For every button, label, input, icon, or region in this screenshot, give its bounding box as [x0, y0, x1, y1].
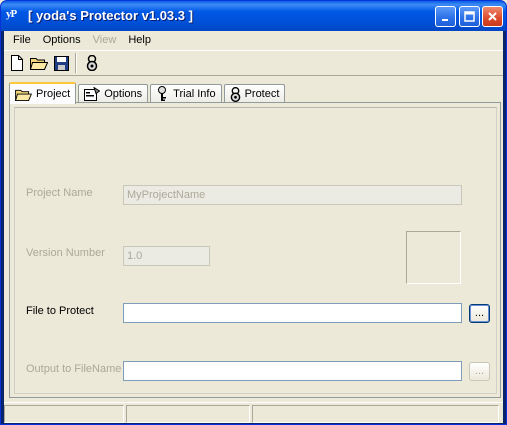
- file-to-protect-label: File to Protect: [26, 305, 94, 317]
- window-title: [ yoda's Protector v1.03.3 ]: [28, 8, 193, 23]
- client-area: File Options View Help Project Options T…: [4, 31, 503, 423]
- tab-options[interactable]: Options: [78, 84, 149, 103]
- protect-icon: [230, 86, 240, 102]
- menu-bar: File Options View Help: [4, 31, 503, 49]
- tab-options-label: Options: [104, 88, 143, 100]
- version-number-input: 1.0: [123, 246, 210, 266]
- menu-options[interactable]: Options: [37, 34, 87, 46]
- tab-protect-label: Protect: [244, 88, 280, 100]
- menu-help[interactable]: Help: [122, 34, 157, 46]
- browse-output-button: ...: [469, 362, 490, 381]
- toolbar-separator: [75, 53, 77, 73]
- tab-protect[interactable]: Protect: [223, 84, 286, 103]
- output-filename-label: Output to FileName: [26, 363, 122, 375]
- menu-view: View: [92, 34, 117, 46]
- new-button[interactable]: [6, 52, 28, 74]
- save-disk-icon: [53, 55, 69, 71]
- toolbar: [4, 50, 503, 76]
- minimize-button[interactable]: [435, 6, 456, 27]
- menu-file[interactable]: File: [7, 34, 37, 46]
- tab-trial-info-label: Trial Info: [173, 88, 216, 100]
- status-bar: [4, 402, 503, 423]
- open-folder-icon: [30, 58, 48, 70]
- status-pane-2: [126, 405, 250, 423]
- key-icon: [158, 86, 167, 101]
- browse-file-button[interactable]: ...: [469, 304, 490, 323]
- project-group: Project Name MyProjectName Version Numbe…: [14, 107, 497, 394]
- close-icon: [488, 12, 497, 21]
- project-name-input: MyProjectName: [123, 185, 462, 205]
- tab-strip: Project Options Trial Info Protect: [9, 81, 287, 104]
- status-pane-3: [252, 405, 499, 423]
- minimize-icon: [441, 18, 448, 21]
- close-button[interactable]: [482, 6, 503, 27]
- project-icon-preview: [406, 231, 461, 284]
- protect-icon: [86, 55, 98, 71]
- output-filename-input[interactable]: [123, 361, 462, 381]
- save-button[interactable]: [50, 52, 72, 74]
- open-folder-icon: [15, 89, 32, 101]
- status-pane-1: [4, 405, 124, 423]
- title-bar[interactable]: yP [ yoda's Protector v1.03.3 ]: [1, 1, 506, 31]
- options-icon: [84, 87, 101, 101]
- app-icon: yP: [6, 8, 17, 20]
- new-file-icon: [11, 55, 23, 71]
- project-name-label: Project Name: [26, 187, 93, 199]
- app-window: yP [ yoda's Protector v1.03.3 ] File Opt…: [0, 0, 507, 425]
- protect-button[interactable]: [81, 52, 103, 74]
- tab-trial-info[interactable]: Trial Info: [150, 84, 222, 103]
- maximize-button[interactable]: [459, 6, 480, 27]
- tab-panel-project: Project Name MyProjectName Version Numbe…: [9, 102, 501, 398]
- version-number-label: Version Number: [26, 247, 105, 259]
- tab-project-label: Project: [36, 88, 71, 100]
- maximize-icon: [464, 11, 475, 22]
- file-to-protect-input[interactable]: [123, 303, 462, 323]
- tab-project[interactable]: Project: [9, 82, 77, 104]
- open-button[interactable]: [28, 52, 50, 74]
